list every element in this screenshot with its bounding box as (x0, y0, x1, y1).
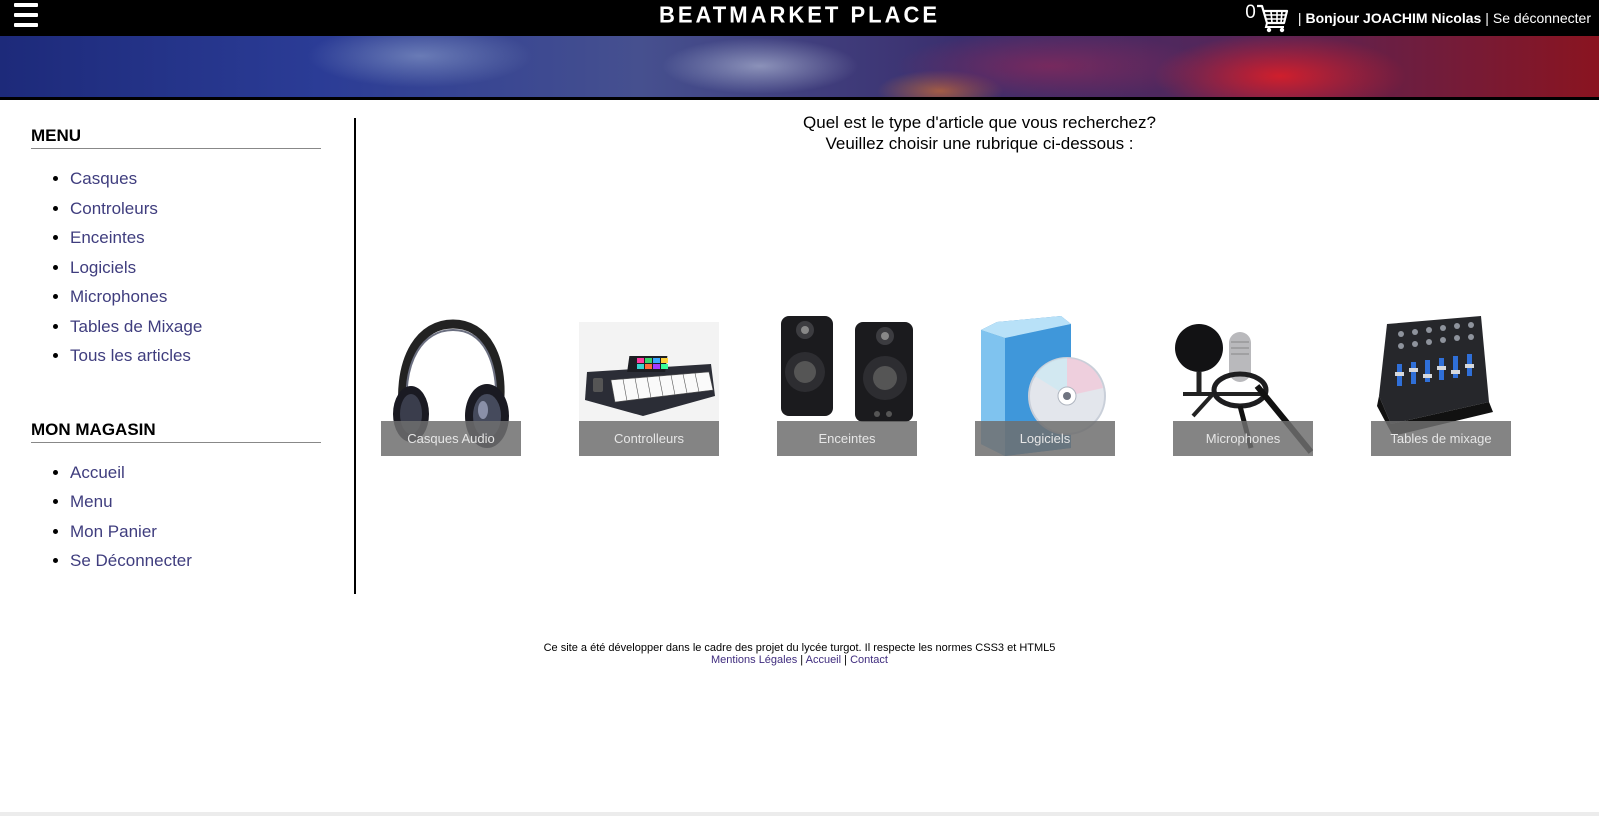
category-label: Tables de mixage (1371, 421, 1511, 456)
list-item: Tous les articles (70, 346, 321, 376)
separator: | (800, 654, 804, 666)
separator: | (1485, 10, 1489, 26)
user-zone: 0 | Bonjour JOACHIM Nicolas | Se déconne… (1245, 2, 1591, 34)
list-item: Controleurs (70, 199, 321, 229)
list-item: Mon Panier (70, 522, 321, 552)
footer-link-contact[interactable]: Contact (850, 654, 888, 666)
cart-count: 0 (1245, 2, 1256, 23)
user-greeting: Bonjour JOACHIM Nicolas (1305, 10, 1482, 26)
footer-links: Mentions Légales | Accueil | Contact (0, 654, 1599, 666)
footer-link-accueil[interactable]: Accueil (806, 654, 841, 666)
category-label: Logiciels (975, 421, 1115, 456)
separator: | (844, 654, 847, 666)
footer-link-mentions-legales[interactable]: Mentions Légales (711, 654, 797, 666)
sidebar-divider (354, 118, 356, 594)
footer-text: Ce site a été développer dans le cadre d… (543, 642, 1056, 654)
category-casques-audio[interactable]: Casques Audio (381, 316, 521, 456)
category-label: Controlleurs (579, 421, 719, 456)
list-item: Menu (70, 492, 321, 522)
intro-line-2: Veuillez choisir une rubrique ci-dessous… (825, 134, 1134, 153)
shopping-cart-icon[interactable] (1256, 3, 1290, 33)
shop-heading: MON MAGASIN (31, 420, 321, 443)
header-banner (0, 36, 1599, 98)
shop-list: Accueil Menu Mon Panier Se Déconnecter (70, 463, 321, 581)
category-tables-de-mixage[interactable]: Tables de mixage (1371, 316, 1511, 456)
list-item: Se Déconnecter (70, 551, 321, 581)
category-logiciels[interactable]: Logiciels (975, 316, 1115, 456)
sidebar-item-mon-panier[interactable]: Mon Panier (70, 522, 157, 541)
sidebar-item-accueil[interactable]: Accueil (70, 463, 125, 482)
sidebar-item-microphones[interactable]: Microphones (70, 287, 167, 306)
list-item: Accueil (70, 463, 321, 493)
sidebar-item-logiciels[interactable]: Logiciels (70, 258, 136, 277)
menu-list: Casques Controleurs Enceintes Logiciels … (70, 169, 321, 376)
sidebar-item-tables-de-mixage[interactable]: Tables de Mixage (70, 317, 202, 336)
menu-heading: MENU (31, 126, 321, 149)
category-label: Enceintes (777, 421, 917, 456)
category-controlleurs[interactable]: Controlleurs (579, 316, 719, 456)
category-grid: Casques Audio Controlleurs Enceintes Log… (381, 316, 1541, 456)
list-item: Tables de Mixage (70, 317, 321, 347)
footer: Ce site a été développer dans le cadre d… (0, 642, 1599, 666)
intro-text: Quel est le type d'article que vous rech… (360, 112, 1599, 154)
sidebar-item-controleurs[interactable]: Controleurs (70, 199, 158, 218)
sidebar-item-se-deconnecter[interactable]: Se Déconnecter (70, 551, 192, 570)
intro-line-1: Quel est le type d'article que vous rech… (803, 113, 1156, 132)
list-item: Microphones (70, 287, 321, 317)
logout-link[interactable]: Se déconnecter (1493, 10, 1591, 26)
sidebar-item-enceintes[interactable]: Enceintes (70, 228, 145, 247)
bottom-strip (0, 812, 1599, 816)
category-label: Casques Audio (381, 421, 521, 456)
sidebar: MENU Casques Controleurs Enceintes Logic… (31, 126, 321, 581)
separator: | (1297, 10, 1302, 26)
top-bar: BEATMARKET PLACE 0 | Bonjour JOACHIM Nic… (0, 0, 1599, 36)
category-label: Microphones (1173, 421, 1313, 456)
banner-divider (0, 97, 1599, 100)
category-enceintes[interactable]: Enceintes (777, 316, 917, 456)
list-item: Casques (70, 169, 321, 199)
list-item: Logiciels (70, 258, 321, 288)
list-item: Enceintes (70, 228, 321, 258)
sidebar-item-tous-les-articles[interactable]: Tous les articles (70, 346, 191, 365)
sidebar-item-casques[interactable]: Casques (70, 169, 137, 188)
sidebar-item-menu[interactable]: Menu (70, 492, 113, 511)
category-microphones[interactable]: Microphones (1173, 316, 1313, 456)
